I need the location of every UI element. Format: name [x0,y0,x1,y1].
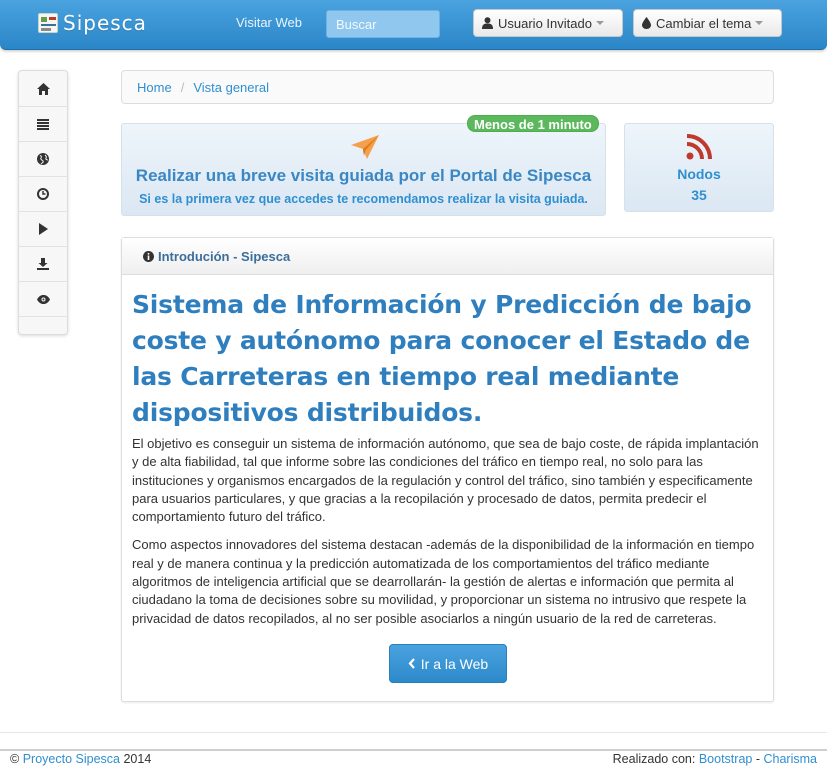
footer-copyright: © Proyecto Sipesca 2014 [10,752,151,766]
made-with-label: Realizado con: [612,752,696,766]
bootstrap-link[interactable]: Bootstrap [699,752,753,766]
download-icon [37,258,49,270]
intro-paragraph: El objetivo es conseguir un sistema de i… [132,436,759,525]
search-input[interactable] [326,10,440,38]
nodes-count: 35 [691,187,707,203]
duration-badge: Menos de 1 minuto [467,115,599,132]
copyright-year: 2014 [123,752,152,766]
sidebar-item-home[interactable] [19,71,67,107]
guided-tour-card[interactable]: Menos de 1 minuto Realizar una breve vis… [121,115,606,216]
go-to-web-label: Ir a la Web [420,655,489,672]
rss-icon [686,134,712,160]
chevron-left-icon [408,658,415,669]
caret-down-icon [595,21,604,25]
visit-web-link[interactable]: Visitar Web [236,15,302,30]
tour-subtitle: Si es la primera vez que accedes te reco… [139,192,588,206]
brand-logo [38,13,58,33]
eye-icon [36,294,50,304]
globe-icon [37,153,49,165]
project-link[interactable]: Proyecto Sipesca [23,752,120,766]
sidebar-item-time[interactable] [19,177,67,212]
breadcrumb-home[interactable]: Home [137,80,172,95]
sidebar-item-list[interactable] [19,107,67,142]
sidebar-item-download[interactable] [19,247,67,282]
footer-credits: Realizado con: Bootstrap - Charisma [613,752,817,766]
breadcrumb-current[interactable]: Vista general [193,80,269,95]
user-menu-label: Usuario Invitado [498,15,592,31]
sidebar-item-view[interactable] [19,282,67,317]
footer-divider [0,732,827,733]
intro-panel: Introdución - Sipesca Sistema de Informa… [121,237,774,702]
caret-down-icon [755,21,764,25]
go-to-web-button[interactable]: Ir a la Web [389,644,507,683]
list-icon [37,118,49,130]
theme-menu-button[interactable]: Cambiar el tema [633,9,782,37]
charisma-link[interactable]: Charisma [764,752,818,766]
nodes-card[interactable]: Nodos 35 [624,123,774,212]
play-icon [39,223,48,235]
intro-paragraph: Como aspectos innovadores del sistema de… [132,537,755,626]
brand-name: Sipesca [63,11,147,35]
tint-icon [642,17,651,29]
clock-icon [37,188,49,200]
top-navbar: Sipesca Visitar Web Usuario Invitado Cam… [0,0,827,50]
sidebar-item-play[interactable] [19,212,67,247]
theme-menu-label: Cambiar el tema [656,15,752,31]
tour-title: Realizar una breve visita guiada por el … [135,166,592,185]
credits-separator: - [755,752,761,766]
intro-panel-title: Introdución - Sipesca [158,248,291,264]
intro-panel-body: Sistema de Información y Predicción de b… [122,275,773,628]
nodes-label: Nodos [677,166,721,182]
intro-panel-header: Introdución - Sipesca [122,238,773,275]
paper-plane-icon [351,135,379,159]
intro-heading: Sistema de Información y Predicción de b… [132,290,752,427]
brand[interactable]: Sipesca [38,10,147,36]
home-icon [36,82,50,95]
breadcrumb: Home / Vista general [121,70,774,104]
sidebar-menu [18,70,68,335]
user-icon [482,17,493,29]
footer-divider [0,749,827,751]
breadcrumb-separator: / [180,80,185,95]
info-icon [143,250,154,262]
copyright-symbol: © [10,752,20,766]
user-menu-button[interactable]: Usuario Invitado [473,9,623,37]
sidebar-item-globe[interactable] [19,142,67,177]
